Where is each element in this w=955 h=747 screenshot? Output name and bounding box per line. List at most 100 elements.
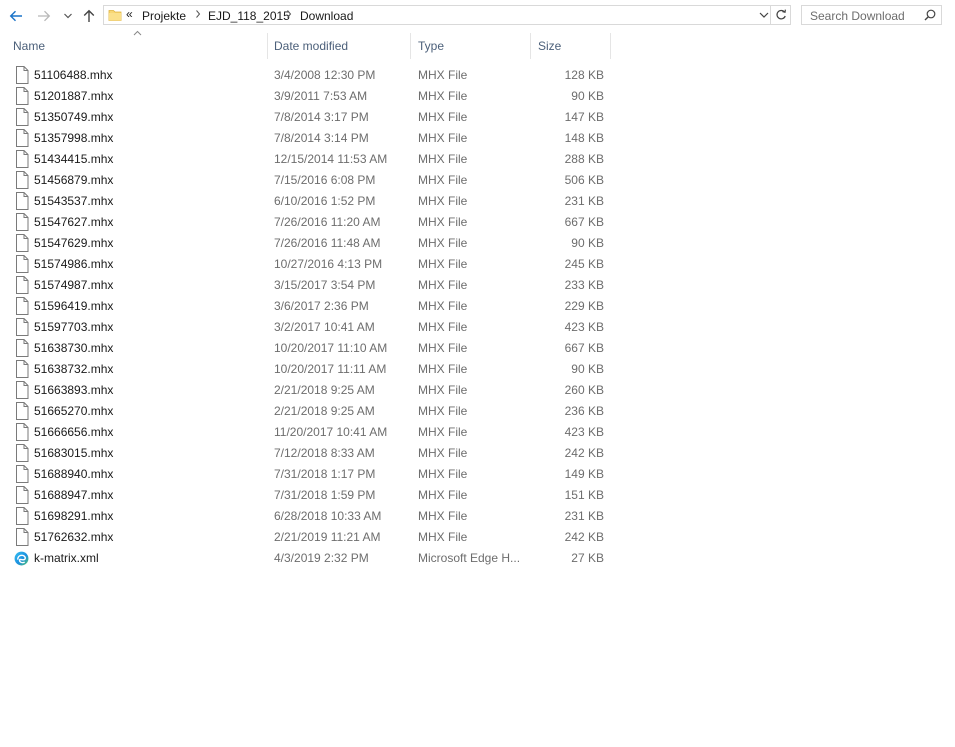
breadcrumb-projekte[interactable]: Projekte xyxy=(142,9,186,23)
blank-file-icon xyxy=(15,255,29,273)
file-size: 260 KB xyxy=(564,383,604,397)
blank-file-icon xyxy=(15,486,29,504)
file-row[interactable]: 51597703.mhx 3/2/2017 10:41 AM MHX File 423… xyxy=(0,317,612,338)
navigation-bar: « Projekte EJD_118_2015 Download Search … xyxy=(0,0,955,32)
file-size: 242 KB xyxy=(564,446,604,460)
address-bar[interactable]: « Projekte EJD_118_2015 Download xyxy=(103,5,771,25)
file-name[interactable]: 51456879.mhx xyxy=(34,173,113,187)
file-name[interactable]: 51106488.mhx xyxy=(34,68,113,82)
breadcrumb-overflow[interactable]: « xyxy=(126,7,133,21)
file-date-modified: 7/8/2014 3:14 PM xyxy=(274,131,369,145)
breadcrumb-ejd-118-2015[interactable]: EJD_118_2015 xyxy=(208,9,290,23)
blank-file-icon xyxy=(15,381,29,399)
back-arrow-icon xyxy=(9,10,22,22)
file-type: MHX File xyxy=(418,278,468,292)
file-row[interactable]: 51543537.mhx 6/10/2016 1:52 PM MHX File 231… xyxy=(0,191,612,212)
forward-button[interactable] xyxy=(34,6,54,26)
forward-arrow-icon xyxy=(38,10,51,22)
refresh-button[interactable] xyxy=(771,5,791,25)
file-row[interactable]: k-matrix.xml 4/3/2019 2:32 PM Microsoft Ed… xyxy=(0,548,612,569)
file-name[interactable]: 51357998.mhx xyxy=(34,131,113,145)
file-name[interactable]: 51638732.mhx xyxy=(34,362,113,376)
file-name[interactable]: 51688947.mhx xyxy=(34,488,113,502)
file-type: MHX File xyxy=(418,530,468,544)
file-name[interactable]: k-matrix.xml xyxy=(34,551,99,565)
column-header-name[interactable]: Name xyxy=(13,33,267,59)
file-row[interactable]: 51638732.mhx 10/20/2017 11:11 AM MHX File 9… xyxy=(0,359,612,380)
edge-icon xyxy=(14,549,29,567)
file-row[interactable]: 51596419.mhx 3/6/2017 2:36 PM MHX File 229 … xyxy=(0,296,612,317)
file-name[interactable]: 51574986.mhx xyxy=(34,257,113,271)
file-type: MHX File xyxy=(418,89,468,103)
file-name[interactable]: 51201887.mhx xyxy=(34,89,113,103)
file-name[interactable]: 51698291.mhx xyxy=(34,509,113,523)
file-name[interactable]: 51597703.mhx xyxy=(34,320,113,334)
address-history-dropdown[interactable] xyxy=(756,6,772,24)
file-row[interactable]: 51663893.mhx 2/21/2018 9:25 AM MHX File 260… xyxy=(0,380,612,401)
file-size: 229 KB xyxy=(564,299,604,313)
file-row[interactable]: 51574987.mhx 3/15/2017 3:54 PM MHX File 233… xyxy=(0,275,612,296)
file-row[interactable]: 51683015.mhx 7/12/2018 8:33 AM MHX File 242… xyxy=(0,443,612,464)
chevron-down-icon xyxy=(759,12,769,18)
file-name[interactable]: 51665270.mhx xyxy=(34,404,113,418)
file-row[interactable]: 51666656.mhx 11/20/2017 10:41 AM MHX File 4… xyxy=(0,422,612,443)
file-type: MHX File xyxy=(418,509,468,523)
file-row[interactable]: 51762632.mhx 2/21/2019 11:21 AM MHX File 24… xyxy=(0,527,612,548)
up-button[interactable] xyxy=(79,6,99,26)
file-name[interactable]: 51574987.mhx xyxy=(34,278,113,292)
search-icon[interactable] xyxy=(924,9,936,21)
column-header-date-modified[interactable]: Date modified xyxy=(274,33,410,59)
file-name[interactable]: 51683015.mhx xyxy=(34,446,113,460)
file-row[interactable]: 51547629.mhx 7/26/2016 11:48 AM MHX File 90… xyxy=(0,233,612,254)
file-size: 506 KB xyxy=(564,173,604,187)
file-row[interactable]: 51638730.mhx 10/20/2017 11:10 AM MHX File 6… xyxy=(0,338,612,359)
file-name[interactable]: 51596419.mhx xyxy=(34,299,113,313)
column-divider[interactable] xyxy=(267,33,268,59)
file-name[interactable]: 51543537.mhx xyxy=(34,194,113,208)
file-name[interactable]: 51547627.mhx xyxy=(34,215,113,229)
breadcrumb-separator-icon[interactable] xyxy=(194,8,202,20)
file-row[interactable]: 51547627.mhx 7/26/2016 11:20 AM MHX File 66… xyxy=(0,212,612,233)
back-button[interactable] xyxy=(6,6,26,26)
column-header-type[interactable]: Type xyxy=(418,33,530,59)
file-row[interactable]: 51350749.mhx 7/8/2014 3:17 PM MHX File 147 … xyxy=(0,107,612,128)
file-name[interactable]: 51350749.mhx xyxy=(34,110,113,124)
column-header-size[interactable]: Size xyxy=(538,33,610,59)
file-name[interactable]: 51547629.mhx xyxy=(34,236,113,250)
file-date-modified: 10/20/2017 11:10 AM xyxy=(274,341,388,355)
file-type: MHX File xyxy=(418,425,468,439)
file-row[interactable]: 51574986.mhx 10/27/2016 4:13 PM MHX File 24… xyxy=(0,254,612,275)
file-name[interactable]: 51688940.mhx xyxy=(34,467,113,481)
file-row[interactable]: 51456879.mhx 7/15/2016 6:08 PM MHX File 506… xyxy=(0,170,612,191)
file-row[interactable]: 51665270.mhx 2/21/2018 9:25 AM MHX File 236… xyxy=(0,401,612,422)
file-row[interactable]: 51357998.mhx 7/8/2014 3:14 PM MHX File 148 … xyxy=(0,128,612,149)
file-type: MHX File xyxy=(418,257,468,271)
column-divider[interactable] xyxy=(610,33,611,59)
blank-file-icon xyxy=(15,402,29,420)
file-size: 667 KB xyxy=(564,341,604,355)
file-row[interactable]: 51106488.mhx 3/4/2008 12:30 PM MHX File 128… xyxy=(0,65,612,86)
search-box[interactable]: Search Download xyxy=(801,5,942,25)
file-name[interactable]: 51663893.mhx xyxy=(34,383,113,397)
file-row[interactable]: 51434415.mhx 12/15/2014 11:53 AM MHX File 2… xyxy=(0,149,612,170)
file-name[interactable]: 51762632.mhx xyxy=(34,530,113,544)
file-name[interactable]: 51434415.mhx xyxy=(34,152,113,166)
file-size: 242 KB xyxy=(564,530,604,544)
file-type: MHX File xyxy=(418,362,468,376)
column-divider[interactable] xyxy=(530,33,531,59)
file-row[interactable]: 51688940.mhx 7/31/2018 1:17 PM MHX File 149… xyxy=(0,464,612,485)
blank-file-icon xyxy=(15,150,29,168)
file-list: 51106488.mhx 3/4/2008 12:30 PM MHX File 128… xyxy=(0,65,612,569)
file-row[interactable]: 51201887.mhx 3/9/2011 7:53 AM MHX File 90 K… xyxy=(0,86,612,107)
recent-locations-button[interactable] xyxy=(58,6,78,26)
blank-file-icon xyxy=(15,213,29,231)
breadcrumb-separator-icon[interactable] xyxy=(285,8,293,20)
file-name[interactable]: 51638730.mhx xyxy=(34,341,113,355)
file-type: MHX File xyxy=(418,152,468,166)
file-row[interactable]: 51688947.mhx 7/31/2018 1:59 PM MHX File 151… xyxy=(0,485,612,506)
file-row[interactable]: 51698291.mhx 6/28/2018 10:33 AM MHX File 23… xyxy=(0,506,612,527)
breadcrumb-download[interactable]: Download xyxy=(300,9,353,23)
file-size: 288 KB xyxy=(564,152,604,166)
column-divider[interactable] xyxy=(410,33,411,59)
file-name[interactable]: 51666656.mhx xyxy=(34,425,113,439)
